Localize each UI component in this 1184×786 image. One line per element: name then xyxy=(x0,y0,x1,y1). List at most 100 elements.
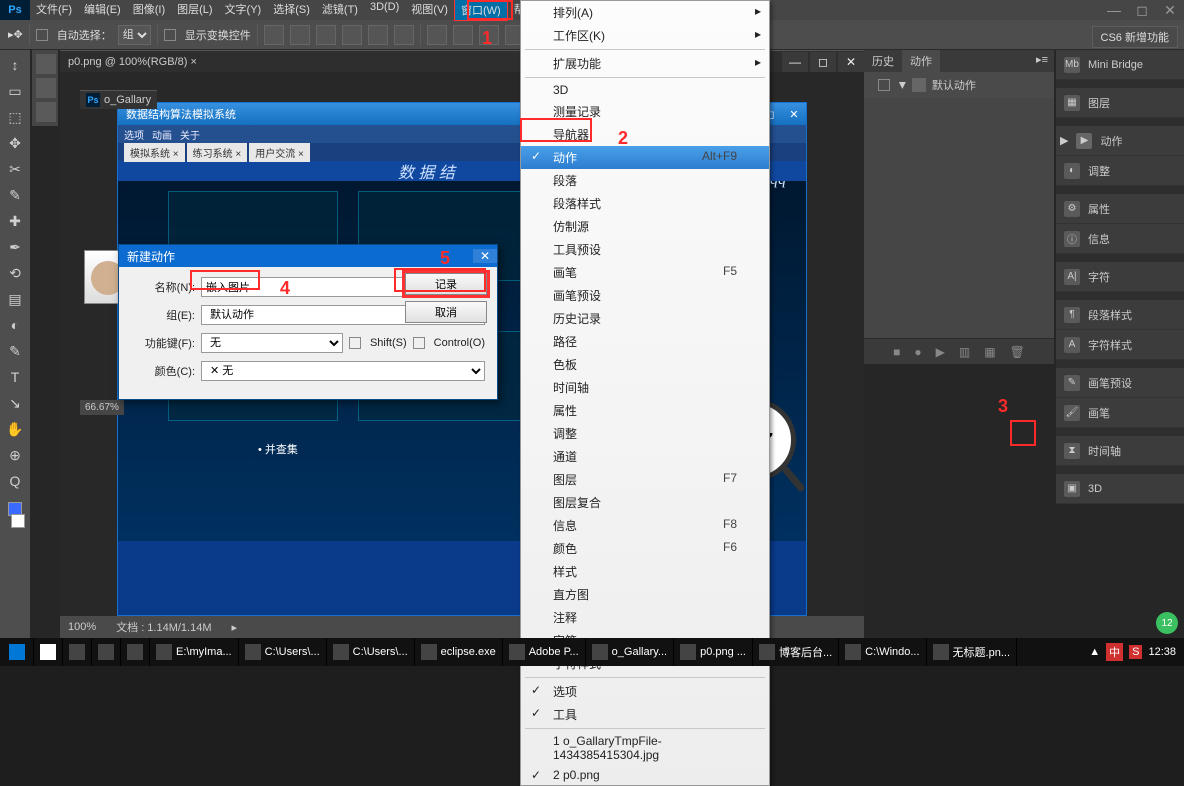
doc-minimize-icon[interactable]: — xyxy=(782,52,808,72)
menu-item[interactable]: 动作Alt+F9 xyxy=(521,146,769,169)
stop-icon[interactable]: ■ xyxy=(893,345,900,359)
tool-icon[interactable]: ⬚ xyxy=(3,106,27,128)
move-tool-icon[interactable]: ▸✥ xyxy=(8,28,23,41)
tool-icon[interactable]: ◐ xyxy=(3,314,27,336)
fkey-select[interactable]: 无 xyxy=(201,333,343,353)
secondary-doc-tab[interactable]: Pso_Gallary xyxy=(80,90,157,109)
menu-item[interactable]: 排列(A) xyxy=(521,1,769,24)
align-icon[interactable] xyxy=(290,25,310,45)
tool-icon[interactable]: ✎ xyxy=(3,184,27,206)
clock[interactable]: 12:38 xyxy=(1148,646,1176,658)
menu-y[interactable]: 文字(Y) xyxy=(219,0,268,21)
distribute-icon[interactable] xyxy=(427,25,447,45)
search-icon[interactable] xyxy=(34,638,63,666)
panel-段落样式[interactable]: ¶段落样式 xyxy=(1056,300,1184,330)
emb-tab[interactable]: 关于 xyxy=(180,127,200,142)
menu-item[interactable]: 测量记录 xyxy=(521,100,769,123)
tool-icon[interactable]: Q xyxy=(3,470,27,492)
panel-属性[interactable]: ⚙属性 xyxy=(1056,194,1184,224)
trash-icon[interactable]: 🗑 xyxy=(1010,345,1025,359)
panel-图层[interactable]: ▦图层 xyxy=(1056,88,1184,118)
doc-maximize-icon[interactable]: ◻ xyxy=(810,52,836,72)
align-icon[interactable] xyxy=(316,25,336,45)
panel-信息[interactable]: ⓘ信息 xyxy=(1056,224,1184,254)
document-tab[interactable]: p0.png @ 100%(RGB/8) xyxy=(68,56,187,68)
cs6-badge[interactable]: CS6 新增功能 xyxy=(1092,26,1178,48)
window-menu-dropdown[interactable]: 排列(A)工作区(K)扩展功能3D测量记录导航器动作Alt+F9段落段落样式仿制… xyxy=(520,0,770,786)
menu-item[interactable]: 3D xyxy=(521,80,769,100)
play-icon[interactable]: ▶ xyxy=(936,345,945,359)
new-action-icon[interactable]: ▦ xyxy=(984,345,995,359)
panel-画笔[interactable]: 🖌画笔 xyxy=(1056,398,1184,428)
start-button[interactable] xyxy=(0,638,34,666)
menu-item[interactable]: 扩展功能 xyxy=(521,52,769,75)
doc-close-icon[interactable]: ✕ xyxy=(838,52,864,72)
taskbar-item[interactable]: o_Gallary... xyxy=(586,638,674,666)
panel-时间轴[interactable]: ⧗时间轴 xyxy=(1056,436,1184,466)
action-toggle[interactable] xyxy=(878,79,890,91)
menu-t[interactable]: 滤镜(T) xyxy=(316,0,364,21)
menu-v[interactable]: 视图(V) xyxy=(405,0,454,21)
maximize-icon[interactable]: ◻ xyxy=(1128,2,1156,19)
menu-item[interactable]: 段落样式 xyxy=(521,192,769,215)
menu-item[interactable]: 历史记录 xyxy=(521,307,769,330)
tool-icon[interactable]: ↕ xyxy=(3,54,27,76)
show-transform-checkbox[interactable] xyxy=(164,29,176,41)
auto-select-dropdown[interactable]: 组 xyxy=(118,25,151,45)
panel-动作[interactable]: ▶▶动作 xyxy=(1056,126,1184,156)
menu-item[interactable]: 颜色F6 xyxy=(521,537,769,560)
panel-icon[interactable] xyxy=(36,102,56,122)
tool-icon[interactable]: ✚ xyxy=(3,210,27,232)
menu-s[interactable]: 选择(S) xyxy=(267,0,316,21)
new-folder-icon[interactable]: ▥ xyxy=(959,345,970,359)
menu-i[interactable]: 图像(I) xyxy=(127,0,171,21)
taskbar-item[interactable]: p0.png ... xyxy=(674,638,753,666)
tray-icon[interactable]: ▲ xyxy=(1089,646,1100,658)
default-actions-label[interactable]: 默认动作 xyxy=(932,77,976,93)
ime-icon[interactable]: S xyxy=(1129,645,1142,659)
tool-icon[interactable]: ✎ xyxy=(3,340,27,362)
color-select[interactable]: ✕ 无 xyxy=(201,361,485,381)
menu-item[interactable]: 时间轴 xyxy=(521,376,769,399)
pinned-icon[interactable] xyxy=(121,638,150,666)
record-button[interactable]: 记录 xyxy=(405,273,487,295)
taskbar-item[interactable]: Adobe P... xyxy=(503,638,586,666)
emb-tab[interactable]: 选项 xyxy=(124,127,144,142)
minimize-icon[interactable]: — xyxy=(1100,2,1128,19)
menu-dd[interactable]: 3D(D) xyxy=(364,0,405,21)
pinned-icon[interactable] xyxy=(92,638,121,666)
task-view-icon[interactable] xyxy=(63,638,92,666)
system-tray[interactable]: ▲ 中 S 12:38 xyxy=(1089,643,1184,661)
menu-item[interactable]: 图层F7 xyxy=(521,468,769,491)
dialog-close-icon[interactable]: ✕ xyxy=(473,249,497,263)
emb-section[interactable]: 用户交流 × xyxy=(249,143,310,162)
taskbar-item[interactable]: 博客后台... xyxy=(753,638,839,666)
tool-icon[interactable]: ✂ xyxy=(3,158,27,180)
tool-icon[interactable]: ↘ xyxy=(3,392,27,414)
menu-item[interactable]: 画笔预设 xyxy=(521,284,769,307)
menu-f[interactable]: 文件(F) xyxy=(30,0,78,21)
close-icon[interactable]: ✕ xyxy=(1156,2,1184,19)
menu-item[interactable]: 工作区(K) xyxy=(521,24,769,47)
panel-icon[interactable] xyxy=(36,54,56,74)
menu-item[interactable]: 路径 xyxy=(521,330,769,353)
menu-item[interactable]: 属性 xyxy=(521,399,769,422)
menu-item[interactable]: 注释 xyxy=(521,606,769,629)
menu-item[interactable]: 选项 xyxy=(521,680,769,703)
history-tab[interactable]: 历史 xyxy=(864,50,902,72)
menu-item[interactable]: 直方图 xyxy=(521,583,769,606)
menu-item[interactable]: 画笔F5 xyxy=(521,261,769,284)
taskbar-item[interactable]: C:\Windo... xyxy=(839,638,926,666)
ctrl-checkbox[interactable] xyxy=(413,337,425,349)
align-icon[interactable] xyxy=(394,25,414,45)
emb-section[interactable]: 练习系统 × xyxy=(187,143,248,162)
menu-l[interactable]: 图层(L) xyxy=(171,0,218,21)
window-controls[interactable]: — ◻ ✕ xyxy=(1100,2,1184,19)
taskbar-item[interactable]: 无标题.pn... xyxy=(927,638,1017,666)
taskbar-item[interactable]: C:\Users\... xyxy=(327,638,415,666)
menu-item[interactable]: 仿制源 xyxy=(521,215,769,238)
taskbar-item[interactable]: E:\myIma... xyxy=(150,638,239,666)
menu-item[interactable]: 段落 xyxy=(521,169,769,192)
distribute-icon[interactable] xyxy=(453,25,473,45)
zoom-level[interactable]: 100% xyxy=(68,621,96,633)
